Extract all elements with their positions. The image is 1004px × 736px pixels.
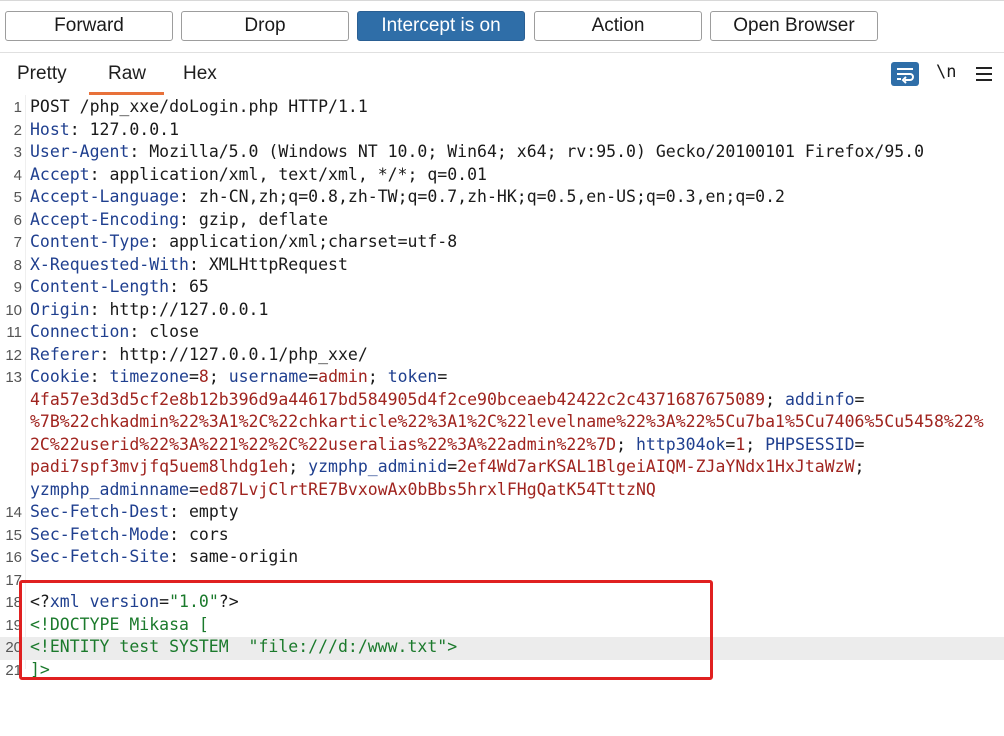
cookie-value: ed87LvjClrtRE7BvxowAx0bBbs5hrxlFHgQatK54… bbox=[198, 479, 656, 499]
header-name: Sec-Fetch-Dest bbox=[30, 502, 170, 521]
cookie-value: 8 bbox=[198, 367, 209, 386]
forward-button[interactable]: Forward bbox=[5, 11, 173, 41]
header-value: same-origin bbox=[179, 547, 299, 566]
line-number: 6 bbox=[13, 211, 22, 229]
header-name: User-Agent bbox=[30, 142, 130, 161]
line-number: 16 bbox=[5, 549, 22, 566]
header-name: Content-Length bbox=[30, 277, 170, 296]
cookie-name: yzmphp_adminname bbox=[30, 479, 189, 499]
cookie-name: token bbox=[387, 367, 438, 386]
header-name: Accept-Encoding bbox=[30, 209, 180, 229]
line-number: 12 bbox=[5, 346, 22, 364]
header-value: zh-CN,zh;q=0.8,zh-TW;q=0.7,zh-HK;q=0.5,e… bbox=[188, 187, 785, 206]
line-number: 3 bbox=[13, 144, 22, 161]
header-name: Sec-Fetch-Mode bbox=[30, 524, 170, 544]
cookie-line-wrap: padi7spf3mvjfq5uem8lhdg1eh; yzmphp_admin… bbox=[30, 457, 865, 476]
cookie-line: 13 Cookie: timezone=8; username=admin; t… bbox=[0, 367, 1004, 390]
header-line: 3 User-Agent: Mozilla/5.0 (Windows NT 10… bbox=[0, 142, 1004, 165]
header-line: 14 Sec-Fetch-Dest: empty bbox=[0, 502, 1004, 525]
header-line: 11 Connection: close bbox=[0, 322, 1004, 345]
cookie-value: 2C%22userid%22%3A%221%22%2C%22useralias%… bbox=[30, 434, 617, 454]
line-number: 7 bbox=[13, 234, 22, 251]
proxy-toolbar: Forward Drop Intercept is on Action Open… bbox=[0, 0, 1004, 50]
line-number: 9 bbox=[13, 279, 22, 296]
header-line: 7 Content-Type: application/xml;charset=… bbox=[0, 232, 1004, 255]
cookie-value: admin bbox=[318, 367, 368, 386]
header-value: 65 bbox=[179, 277, 209, 296]
header-line: 6 Accept-Encoding: gzip, deflate bbox=[0, 210, 1004, 233]
cookie-line-wrap: 4fa57e3d3d5cf2e8b12b396d9a44617bd584905d… bbox=[30, 389, 865, 409]
view-tabs: Pretty Raw Hex bbox=[0, 53, 1004, 95]
show-newlines-button[interactable]: \n bbox=[936, 62, 956, 82]
header-value: http://127.0.0.1 bbox=[99, 299, 269, 319]
cookie-line-wrap: yzmphp_adminname=ed87LvjClrtRE7BvxowAx0b… bbox=[30, 479, 656, 499]
line-number: 11 bbox=[6, 324, 22, 341]
open-browser-button[interactable]: Open Browser bbox=[710, 11, 878, 41]
header-name: Connection bbox=[30, 322, 130, 341]
cookie-name: timezone bbox=[109, 367, 189, 386]
header-value: application/xml, text/xml, */*; q=0.01 bbox=[99, 164, 487, 184]
wrap-lines-button[interactable] bbox=[891, 62, 919, 86]
header-line: 16 Sec-Fetch-Site: same-origin bbox=[0, 547, 1004, 570]
header-name: Origin bbox=[30, 299, 90, 319]
cookie-value: 4fa57e3d3d5cf2e8b12b396d9a44617bd584905d… bbox=[30, 389, 766, 409]
header-name: Cookie bbox=[30, 367, 90, 386]
wrap-icon bbox=[897, 68, 914, 84]
header-value: empty bbox=[179, 502, 239, 521]
cookie-name: PHPSESSID bbox=[765, 434, 855, 454]
header-value: gzip, deflate bbox=[188, 209, 329, 229]
header-name: Sec-Fetch-Site bbox=[30, 547, 170, 566]
request-line-text: POST /php_xxe/doLogin.php HTTP/1.1 bbox=[30, 97, 368, 116]
drop-button[interactable]: Drop bbox=[181, 11, 349, 41]
action-button[interactable]: Action bbox=[534, 11, 702, 41]
cookie-line-wrap: 2C%22userid%22%3A%221%22%2C%22useralias%… bbox=[30, 434, 865, 454]
cookie-name: addinfo bbox=[784, 389, 855, 409]
cookie-name: http304ok bbox=[635, 434, 726, 454]
line-number: 15 bbox=[5, 526, 22, 544]
header-value: close bbox=[139, 322, 199, 341]
header-name: X-Requested-With bbox=[30, 254, 189, 274]
header-line: 2 Host: 127.0.0.1 bbox=[0, 120, 1004, 143]
cookie-value: %7B%22chkadmin%22%3A1%2C%22chkarticle%22… bbox=[30, 412, 984, 431]
header-line: 15 Sec-Fetch-Mode: cors bbox=[0, 525, 1004, 548]
header-name: Content-Type bbox=[30, 232, 150, 251]
header-value: cors bbox=[179, 524, 229, 544]
header-line: 8 X-Requested-With: XMLHttpRequest bbox=[0, 255, 1004, 278]
header-line: 12 Referer: http://127.0.0.1/php_xxe/ bbox=[0, 345, 1004, 368]
request-line: 1 POST /php_xxe/doLogin.php HTTP/1.1 bbox=[0, 97, 1004, 120]
header-value: 127.0.0.1 bbox=[79, 119, 180, 139]
header-value: application/xml;charset=utf-8 bbox=[159, 232, 458, 251]
intercept-toggle-button[interactable]: Intercept is on bbox=[357, 11, 525, 41]
cookie-name: username bbox=[228, 367, 309, 386]
line-number: 8 bbox=[13, 256, 22, 274]
line-number: 13 bbox=[5, 369, 22, 386]
line-number: 1 bbox=[13, 99, 22, 116]
header-line: 9 Content-Length: 65 bbox=[0, 277, 1004, 300]
header-line: 10 Origin: http://127.0.0.1 bbox=[0, 300, 1004, 323]
header-name: Accept bbox=[30, 164, 90, 184]
line-number: 10 bbox=[5, 301, 22, 319]
tab-hex[interactable]: Hex bbox=[183, 63, 217, 85]
line-number: 4 bbox=[13, 166, 22, 184]
header-name: Accept-Language bbox=[30, 187, 180, 206]
header-line: 4 Accept: application/xml, text/xml, */*… bbox=[0, 165, 1004, 188]
tab-raw[interactable]: Raw bbox=[108, 63, 146, 85]
header-value: XMLHttpRequest bbox=[198, 254, 348, 274]
header-value: Mozilla/5.0 (Windows NT 10.0; Win64; x64… bbox=[139, 142, 925, 161]
line-number: 14 bbox=[5, 504, 22, 521]
menu-icon[interactable] bbox=[976, 64, 992, 82]
xxe-highlight-box bbox=[19, 580, 713, 680]
header-name: Host bbox=[30, 119, 70, 139]
line-number: 2 bbox=[13, 121, 22, 139]
header-line: 5 Accept-Language: zh-CN,zh;q=0.8,zh-TW;… bbox=[0, 187, 1004, 210]
header-value: http://127.0.0.1/php_xxe/ bbox=[109, 344, 368, 364]
cookie-name: yzmphp_adminid bbox=[308, 457, 448, 476]
cookie-value: 2ef4Wd7arKSAL1BlgeiAIQM-ZJaYNdx1HxJtaWzW bbox=[457, 457, 855, 476]
tab-pretty[interactable]: Pretty bbox=[17, 63, 67, 85]
cookie-value: padi7spf3mvjfq5uem8lhdg1eh bbox=[30, 457, 289, 476]
cookie-line-wrap: %7B%22chkadmin%22%3A1%2C%22chkarticle%22… bbox=[0, 412, 1004, 435]
header-name: Referer bbox=[30, 344, 100, 364]
cookie-value: 1 bbox=[735, 434, 746, 454]
line-number: 5 bbox=[13, 189, 22, 206]
